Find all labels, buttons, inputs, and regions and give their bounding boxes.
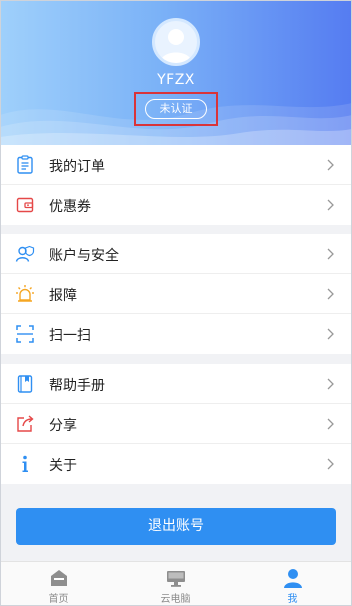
menu-group-help: 帮助手册 分享 关于	[0, 364, 352, 484]
menu-item-label: 账户与安全	[49, 248, 119, 264]
avatar-user-icon	[160, 29, 192, 63]
user-icon	[284, 569, 302, 588]
menu-item-scan[interactable]: 扫一扫	[0, 314, 352, 354]
chevron-right-icon	[327, 458, 334, 470]
tab-label: 首页	[48, 594, 69, 605]
menu-item-label: 分享	[49, 418, 77, 434]
menu-item-report-fault[interactable]: 报障	[0, 274, 352, 314]
menu-item-label: 优惠券	[49, 199, 91, 215]
chevron-right-icon	[327, 159, 334, 171]
username: YFZX	[157, 72, 195, 88]
account-security-icon	[15, 245, 35, 262]
menu-item-label: 我的订单	[49, 159, 105, 175]
avatar[interactable]	[152, 18, 200, 66]
monitor-icon	[167, 571, 185, 587]
chevron-right-icon	[327, 248, 334, 260]
scan-icon	[16, 325, 34, 343]
menu-group-account: 账户与安全 报障 扫一扫	[0, 234, 352, 354]
tab-me[interactable]: 我	[234, 562, 351, 606]
chevron-right-icon	[327, 328, 334, 340]
status-highlight-box: 未认证	[134, 92, 218, 126]
share-icon	[17, 415, 34, 432]
chevron-right-icon	[327, 288, 334, 300]
logout-button[interactable]: 退出账号	[16, 508, 336, 545]
menu-item-label: 关于	[49, 458, 77, 474]
chevron-right-icon	[327, 199, 334, 211]
home-icon	[51, 570, 67, 586]
chevron-right-icon	[327, 378, 334, 390]
coupon-icon	[16, 197, 34, 213]
menu-item-label: 报障	[49, 288, 77, 304]
menu-item-label: 扫一扫	[49, 328, 91, 344]
profile-header: YFZX 未认证	[0, 0, 352, 145]
verification-status-badge[interactable]: 未认证	[145, 99, 207, 119]
bottom-tab-bar: 首页 云电脑 我	[0, 561, 352, 606]
menu-item-help-manual[interactable]: 帮助手册	[0, 364, 352, 404]
menu-item-coupons[interactable]: 优惠券	[0, 185, 352, 225]
alarm-icon	[16, 285, 34, 302]
menu-item-my-orders[interactable]: 我的订单	[0, 145, 352, 185]
tab-label: 云电脑	[160, 594, 191, 605]
chevron-right-icon	[327, 418, 334, 430]
help-book-icon	[17, 375, 33, 393]
menu-item-about[interactable]: 关于	[0, 444, 352, 484]
tab-label: 我	[287, 594, 298, 605]
menu-item-label: 帮助手册	[49, 378, 105, 394]
orders-icon	[17, 155, 33, 174]
tab-home[interactable]: 首页	[0, 562, 117, 606]
tab-cloud-pc[interactable]: 云电脑	[117, 562, 234, 606]
info-icon	[22, 455, 28, 472]
menu-item-account-security[interactable]: 账户与安全	[0, 234, 352, 274]
menu-item-share[interactable]: 分享	[0, 404, 352, 444]
menu-group-orders: 我的订单 优惠券	[0, 145, 352, 225]
